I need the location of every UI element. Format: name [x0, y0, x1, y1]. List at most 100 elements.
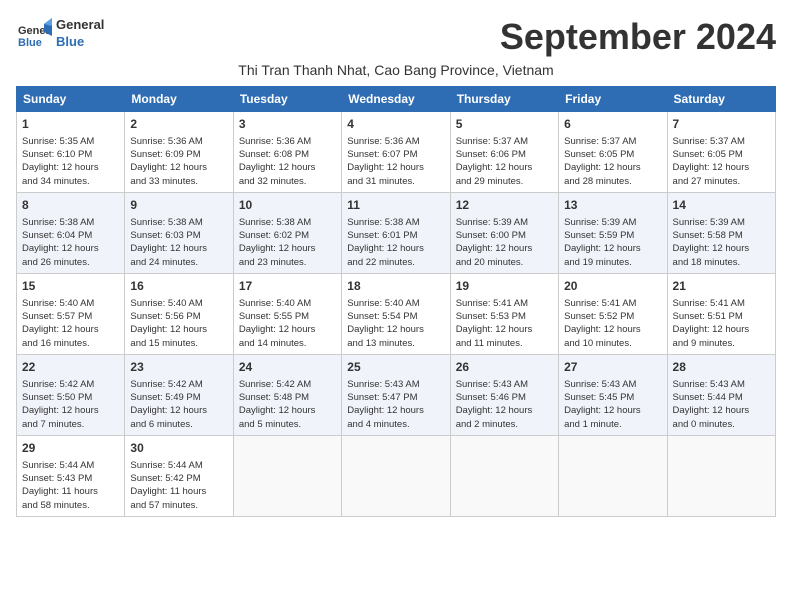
day-info-line: and 10 minutes. [564, 337, 661, 350]
day-number: 6 [564, 116, 661, 133]
day-info-line: and 0 minutes. [673, 418, 770, 431]
day-info-line: Sunset: 6:00 PM [456, 229, 553, 242]
day-info-line: Daylight: 12 hours [673, 161, 770, 174]
day-number: 28 [673, 359, 770, 376]
day-info-line: Sunset: 6:01 PM [347, 229, 444, 242]
weekday-header-friday: Friday [559, 87, 667, 112]
day-info-line: Daylight: 12 hours [239, 161, 336, 174]
calendar-cell: 15Sunrise: 5:40 AMSunset: 5:57 PMDayligh… [17, 273, 125, 354]
calendar-cell: 11Sunrise: 5:38 AMSunset: 6:01 PMDayligh… [342, 192, 450, 273]
day-number: 23 [130, 359, 227, 376]
day-info-line: Sunset: 5:46 PM [456, 391, 553, 404]
calendar-cell [559, 435, 667, 516]
day-info-line: Sunrise: 5:42 AM [239, 378, 336, 391]
day-info-line: and 1 minute. [564, 418, 661, 431]
calendar-cell [342, 435, 450, 516]
day-info-line: and 28 minutes. [564, 175, 661, 188]
day-number: 30 [130, 440, 227, 457]
day-info-line: and 4 minutes. [347, 418, 444, 431]
day-info-line: Sunrise: 5:39 AM [456, 216, 553, 229]
day-info-line: Sunset: 5:45 PM [564, 391, 661, 404]
day-info-line: and 5 minutes. [239, 418, 336, 431]
day-info-line: Sunset: 6:07 PM [347, 148, 444, 161]
calendar-cell: 1Sunrise: 5:35 AMSunset: 6:10 PMDaylight… [17, 112, 125, 193]
day-info-line: Sunrise: 5:44 AM [130, 459, 227, 472]
day-info-line: and 23 minutes. [239, 256, 336, 269]
day-number: 16 [130, 278, 227, 295]
day-info-line: Daylight: 12 hours [347, 161, 444, 174]
day-info-line: Daylight: 12 hours [673, 323, 770, 336]
day-info-line: Sunset: 6:09 PM [130, 148, 227, 161]
day-info-line: and 20 minutes. [456, 256, 553, 269]
day-info-line: Sunrise: 5:37 AM [564, 135, 661, 148]
day-info-line: and 26 minutes. [22, 256, 119, 269]
weekday-header-sunday: Sunday [17, 87, 125, 112]
day-number: 13 [564, 197, 661, 214]
weekday-header-saturday: Saturday [667, 87, 775, 112]
calendar-cell: 12Sunrise: 5:39 AMSunset: 6:00 PMDayligh… [450, 192, 558, 273]
day-info-line: and 57 minutes. [130, 499, 227, 512]
day-info-line: Daylight: 12 hours [673, 404, 770, 417]
day-number: 5 [456, 116, 553, 133]
calendar-cell: 9Sunrise: 5:38 AMSunset: 6:03 PMDaylight… [125, 192, 233, 273]
day-info-line: Daylight: 12 hours [564, 323, 661, 336]
day-info-line: Sunrise: 5:43 AM [673, 378, 770, 391]
day-info-line: Sunrise: 5:37 AM [456, 135, 553, 148]
day-number: 3 [239, 116, 336, 133]
day-info-line: Sunset: 6:06 PM [456, 148, 553, 161]
day-info-line: Daylight: 12 hours [130, 323, 227, 336]
day-number: 17 [239, 278, 336, 295]
day-info-line: Daylight: 12 hours [456, 161, 553, 174]
day-info-line: Sunrise: 5:38 AM [239, 216, 336, 229]
day-info-line: and 13 minutes. [347, 337, 444, 350]
day-info-line: Sunset: 5:49 PM [130, 391, 227, 404]
calendar-cell: 27Sunrise: 5:43 AMSunset: 5:45 PMDayligh… [559, 354, 667, 435]
day-info-line: Daylight: 12 hours [130, 404, 227, 417]
calendar-cell: 4Sunrise: 5:36 AMSunset: 6:07 PMDaylight… [342, 112, 450, 193]
calendar-cell [667, 435, 775, 516]
day-info-line: and 14 minutes. [239, 337, 336, 350]
svg-text:Blue: Blue [18, 37, 42, 49]
day-info-line: Sunset: 5:52 PM [564, 310, 661, 323]
day-info-line: Sunset: 5:57 PM [22, 310, 119, 323]
calendar-cell: 17Sunrise: 5:40 AMSunset: 5:55 PMDayligh… [233, 273, 341, 354]
day-info-line: and 31 minutes. [347, 175, 444, 188]
day-info-line: Sunrise: 5:44 AM [22, 459, 119, 472]
day-info-line: Sunrise: 5:36 AM [347, 135, 444, 148]
day-info-line: Sunrise: 5:38 AM [130, 216, 227, 229]
day-info-line: and 24 minutes. [130, 256, 227, 269]
day-info-line: Sunset: 6:10 PM [22, 148, 119, 161]
day-info-line: Daylight: 12 hours [22, 404, 119, 417]
day-number: 7 [673, 116, 770, 133]
day-info-line: Sunset: 5:44 PM [673, 391, 770, 404]
day-info-line: Sunset: 5:48 PM [239, 391, 336, 404]
day-info-line: Daylight: 12 hours [456, 242, 553, 255]
calendar-week-row: 8 Sunrise: 5:38 AM Sunset: 6:04 PM Daylight… [17, 192, 776, 273]
calendar-cell: 8Sunrise: 5:38 AMSunset: 6:04 PMDaylight… [17, 192, 125, 273]
day-info-line: and 27 minutes. [673, 175, 770, 188]
day-info-line: Sunset: 6:05 PM [564, 148, 661, 161]
day-info-line: and 33 minutes. [130, 175, 227, 188]
day-info-line: Sunset: 6:04 PM [22, 229, 119, 242]
day-info-line: Sunset: 6:05 PM [673, 148, 770, 161]
day-info-line: Sunrise: 5:40 AM [22, 297, 119, 310]
day-info-line: Sunset: 5:53 PM [456, 310, 553, 323]
day-info-line: and 34 minutes. [22, 175, 119, 188]
day-number: 25 [347, 359, 444, 376]
day-info-line: Sunrise: 5:41 AM [673, 297, 770, 310]
day-number: 14 [673, 197, 770, 214]
day-number: 8 [22, 197, 119, 214]
weekday-header-thursday: Thursday [450, 87, 558, 112]
calendar-cell: 26Sunrise: 5:43 AMSunset: 5:46 PMDayligh… [450, 354, 558, 435]
day-info-line: Daylight: 11 hours [22, 485, 119, 498]
day-info-line: Daylight: 12 hours [673, 242, 770, 255]
day-info-line: Daylight: 12 hours [564, 404, 661, 417]
day-info-line: Daylight: 12 hours [239, 323, 336, 336]
day-info-line: and 9 minutes. [673, 337, 770, 350]
day-info-line: Sunrise: 5:41 AM [564, 297, 661, 310]
day-info-line: Daylight: 12 hours [347, 242, 444, 255]
day-info-line: Daylight: 12 hours [22, 161, 119, 174]
day-number: 29 [22, 440, 119, 457]
calendar-table: SundayMondayTuesdayWednesdayThursdayFrid… [16, 86, 776, 517]
day-number: 10 [239, 197, 336, 214]
